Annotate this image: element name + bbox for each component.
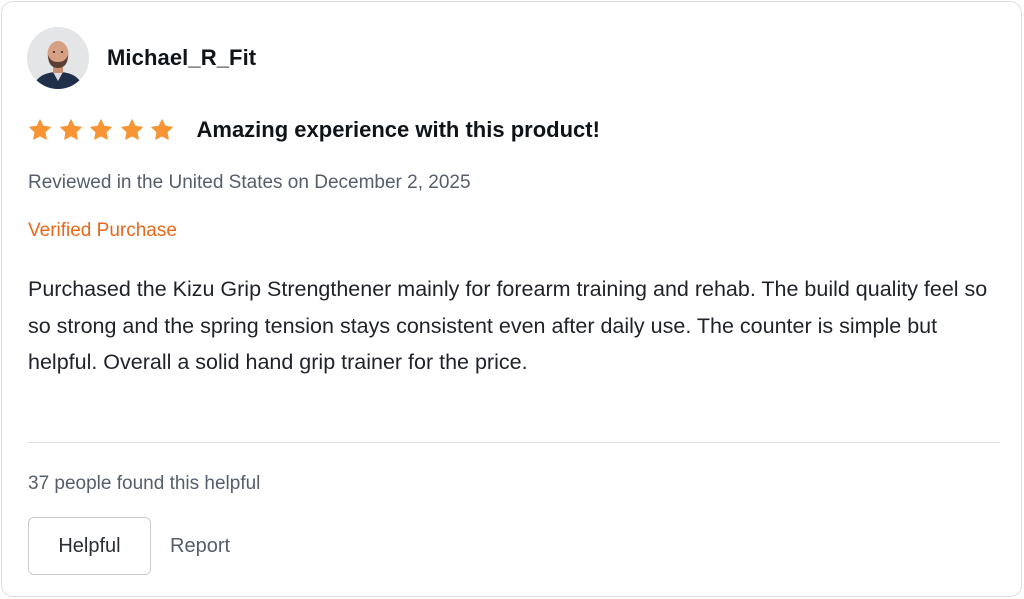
review-actions: Helpful Report (28, 517, 230, 575)
star-filled-icon (120, 118, 144, 142)
review-body: Purchased the Kizu Grip Strengthener mai… (28, 277, 988, 374)
reviewer-name[interactable]: Michael_R_Fit (107, 45, 256, 71)
report-button[interactable]: Report (170, 535, 230, 558)
star-filled-icon (89, 118, 113, 142)
verified-purchase-badge: Verified Purchase (28, 220, 177, 241)
star-rating (28, 118, 181, 142)
review-date: Reviewed in the United States on Decembe… (28, 172, 471, 193)
star-filled-icon (28, 118, 52, 142)
review-title: Amazing experience with this product! (196, 117, 600, 142)
review-card: Michael_R_Fit Amazing experience with th… (1, 1, 1022, 597)
helpful-button[interactable]: Helpful (28, 517, 151, 575)
user-avatar-icon (27, 27, 89, 89)
helpful-count: 37 people found this helpful (28, 473, 261, 494)
review-header: Michael_R_Fit (27, 27, 256, 89)
avatar[interactable] (27, 27, 89, 89)
rating-row: Amazing experience with this product! (28, 117, 600, 143)
star-filled-icon (150, 118, 174, 142)
star-filled-icon (59, 118, 83, 142)
divider (28, 442, 1000, 443)
